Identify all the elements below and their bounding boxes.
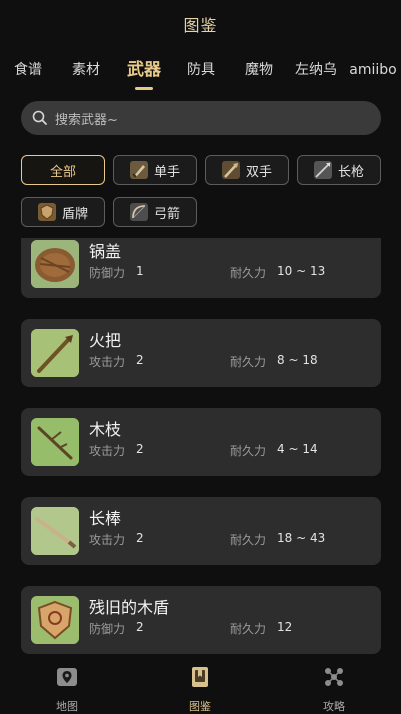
book-icon bbox=[192, 667, 208, 687]
stat1-label: 防御力 bbox=[89, 266, 126, 280]
tab-armor[interactable]: 防具 bbox=[182, 56, 220, 84]
stat2-label: 耐久力 bbox=[230, 444, 267, 458]
stat2-value: 18 ~ 43 bbox=[277, 531, 326, 545]
search-icon bbox=[32, 110, 47, 125]
stat2-value: 12 bbox=[277, 620, 293, 634]
stat2-label: 耐久力 bbox=[230, 355, 267, 369]
bow-icon bbox=[129, 203, 148, 221]
tab-materials[interactable]: 素材 bbox=[66, 56, 106, 84]
item-name: 火把 bbox=[89, 331, 122, 350]
tab-monsters[interactable]: 魔物 bbox=[239, 56, 279, 84]
nav-map-label: 地图 bbox=[56, 700, 78, 713]
stat1-value: 2 bbox=[136, 442, 144, 456]
stat2-label: 耐久力 bbox=[230, 533, 267, 547]
filter-spear-label: 长枪 bbox=[337, 164, 364, 180]
stat1-value: 2 bbox=[136, 353, 144, 367]
filter-bow-label: 弓箭 bbox=[153, 206, 180, 222]
stat1-label: 攻击力 bbox=[89, 355, 126, 369]
weapon-list: 锅盖 防御力 1 耐久力 10 ~ 13 火把 攻击力 2 耐久力 8 ~ 18 bbox=[0, 238, 401, 658]
stat1-value: 2 bbox=[136, 620, 144, 634]
tree-branch-icon bbox=[31, 418, 79, 466]
map-icon bbox=[57, 668, 77, 686]
item-name: 残旧的木盾 bbox=[89, 598, 170, 617]
stat1-value: 2 bbox=[136, 531, 144, 545]
item-name: 木枝 bbox=[89, 420, 122, 439]
tab-zonai[interactable]: 左纳乌 bbox=[293, 56, 339, 84]
list-item[interactable]: 残旧的木盾 防御力 2 耐久力 12 bbox=[21, 586, 381, 654]
filter-spear[interactable]: 长枪 bbox=[297, 155, 381, 185]
shield-icon bbox=[37, 203, 56, 221]
two-handed-weapon-icon bbox=[221, 161, 240, 179]
stat2-label: 耐久力 bbox=[230, 622, 267, 636]
category-tabs: 食谱 素材 武器 防具 魔物 左纳乌 amiibo bbox=[0, 56, 401, 94]
stat1-label: 攻击力 bbox=[89, 444, 126, 458]
stat2-value: 8 ~ 18 bbox=[277, 353, 318, 367]
search-bar[interactable]: 搜索武器~ bbox=[21, 101, 381, 135]
filter-shield-label: 盾牌 bbox=[61, 206, 88, 222]
nav-map[interactable]: 地图 bbox=[37, 666, 97, 714]
stat2-value: 4 ~ 14 bbox=[277, 442, 318, 456]
wooden-shield-icon bbox=[31, 596, 79, 644]
item-thumbnail bbox=[31, 418, 79, 466]
long-stick-icon bbox=[31, 507, 79, 555]
pot-lid-icon bbox=[31, 240, 79, 288]
stat1-value: 1 bbox=[136, 264, 144, 278]
nav-guide-label: 攻略 bbox=[323, 700, 345, 713]
filter-all[interactable]: 全部 bbox=[21, 155, 105, 185]
bottom-navigation: 地图 图鉴 攻略 bbox=[0, 658, 401, 713]
spear-icon bbox=[313, 161, 332, 179]
item-thumbnail bbox=[31, 329, 79, 377]
stat1-label: 攻击力 bbox=[89, 533, 126, 547]
list-item[interactable]: 长棒 攻击力 2 耐久力 18 ~ 43 bbox=[21, 497, 381, 565]
one-handed-weapon-icon bbox=[129, 161, 148, 179]
nav-compendium[interactable]: 图鉴 bbox=[170, 666, 230, 714]
filter-one-handed-label: 单手 bbox=[153, 164, 180, 180]
stat2-label: 耐久力 bbox=[230, 266, 267, 280]
guide-icon bbox=[325, 668, 343, 686]
torch-icon bbox=[31, 329, 79, 377]
list-item[interactable]: 锅盖 防御力 1 耐久力 10 ~ 13 bbox=[21, 238, 381, 298]
filter-shield[interactable]: 盾牌 bbox=[21, 197, 105, 227]
filter-one-handed[interactable]: 单手 bbox=[113, 155, 197, 185]
stat1-label: 防御力 bbox=[89, 622, 126, 636]
tab-amiibo[interactable]: amiibo bbox=[348, 56, 398, 84]
search-input[interactable]: 搜索武器~ bbox=[55, 109, 118, 128]
item-thumbnail bbox=[31, 596, 79, 644]
tab-recipes[interactable]: 食谱 bbox=[9, 56, 47, 84]
filter-bow[interactable]: 弓箭 bbox=[113, 197, 197, 227]
nav-compendium-label: 图鉴 bbox=[189, 700, 211, 713]
filter-all-label: 全部 bbox=[49, 164, 76, 180]
filter-two-handed-label: 双手 bbox=[245, 164, 272, 180]
nav-guide[interactable]: 攻略 bbox=[304, 666, 364, 714]
top-header: 图鉴 bbox=[0, 0, 401, 48]
filter-two-handed[interactable]: 双手 bbox=[205, 155, 289, 185]
list-item[interactable]: 木枝 攻击力 2 耐久力 4 ~ 14 bbox=[21, 408, 381, 476]
item-thumbnail bbox=[31, 240, 79, 288]
tab-weapons[interactable]: 武器 bbox=[124, 56, 164, 84]
page-title: 图鉴 bbox=[183, 16, 218, 35]
list-item[interactable]: 火把 攻击力 2 耐久力 8 ~ 18 bbox=[21, 319, 381, 387]
stat2-value: 10 ~ 13 bbox=[277, 264, 326, 278]
item-thumbnail bbox=[31, 507, 79, 555]
item-name: 长棒 bbox=[89, 509, 122, 528]
item-name: 锅盖 bbox=[89, 242, 122, 261]
